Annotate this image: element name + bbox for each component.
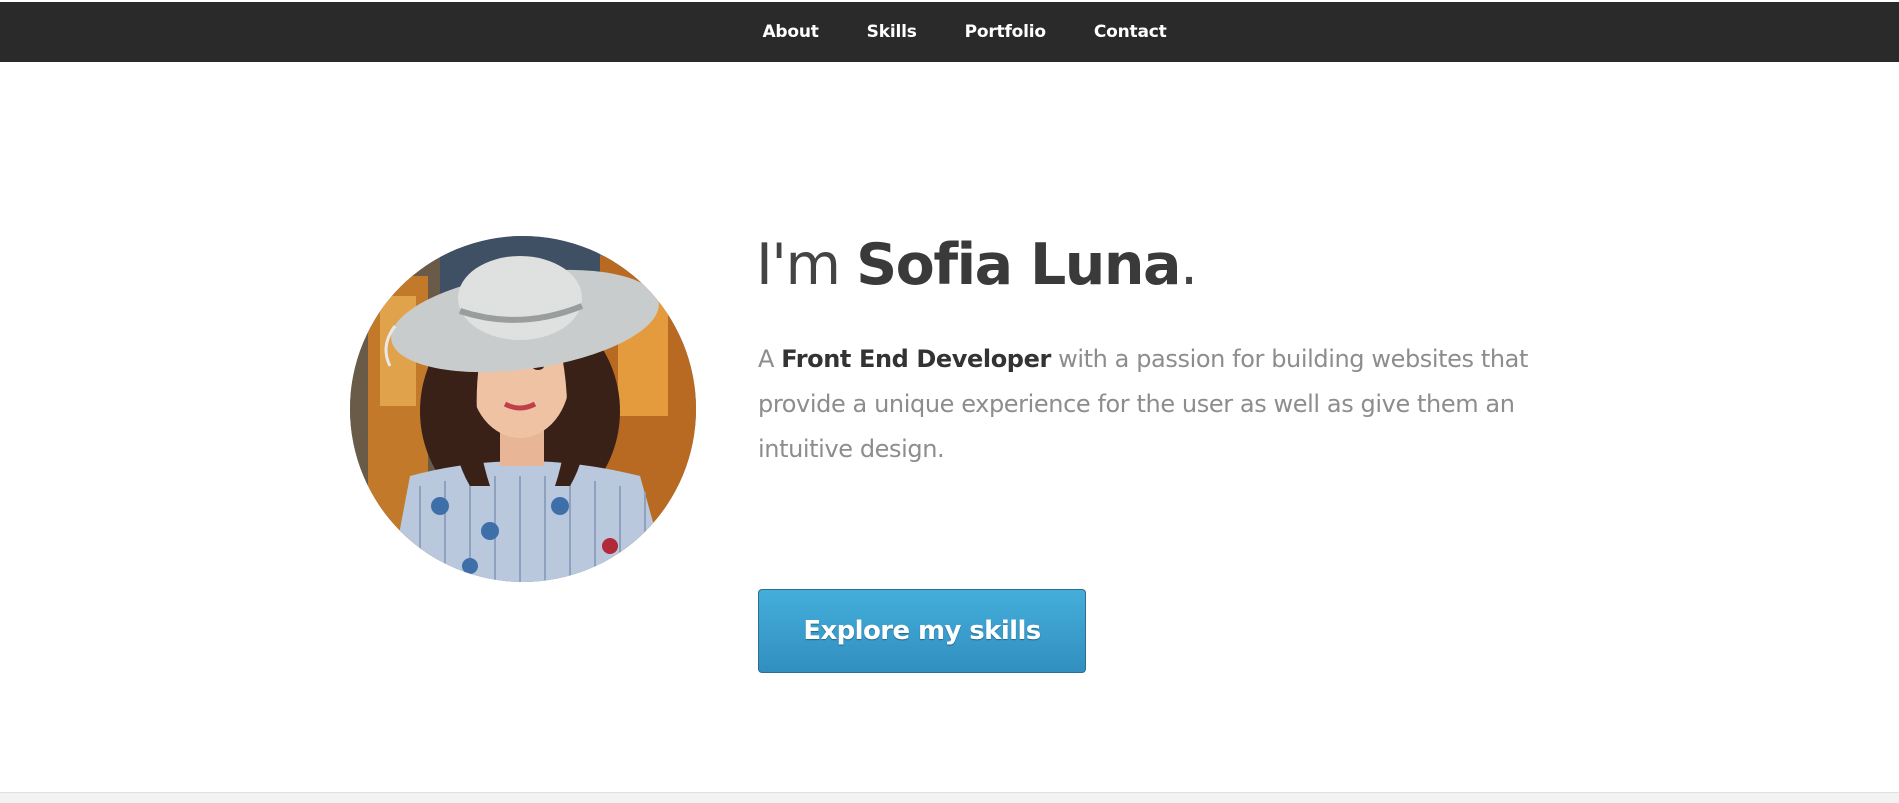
greeting-prefix: I'm [756,232,857,298]
developer-name: Sofia Luna [856,232,1181,298]
nav-list: About Skills Portfolio Contact [0,2,1899,62]
section-divider [0,792,1899,803]
intro-prefix: A [758,345,782,373]
nav-link-contact[interactable]: Contact [1094,22,1167,42]
profile-photo [350,236,696,582]
profile-photo-illustration [350,236,696,582]
nav-item-contact: Contact [1094,22,1167,42]
nav-item-skills: Skills [867,22,917,42]
nav-item-portfolio: Portfolio [965,22,1046,42]
hero-heading: I'm Sofia Luna. [756,232,1198,298]
navbar: About Skills Portfolio Contact [0,2,1899,62]
developer-role: Front End Developer [781,345,1051,373]
intro-paragraph: A Front End Developer with a passion for… [758,337,1538,472]
nav-link-skills[interactable]: Skills [867,22,917,42]
hero-section: I'm Sofia Luna. A Front End Developer wi… [0,62,1899,792]
greeting-suffix: . [1179,232,1198,298]
nav-link-portfolio[interactable]: Portfolio [965,22,1046,42]
nav-link-about[interactable]: About [762,22,818,42]
explore-skills-button[interactable]: Explore my skills [758,589,1086,673]
nav-item-about: About [762,22,818,42]
